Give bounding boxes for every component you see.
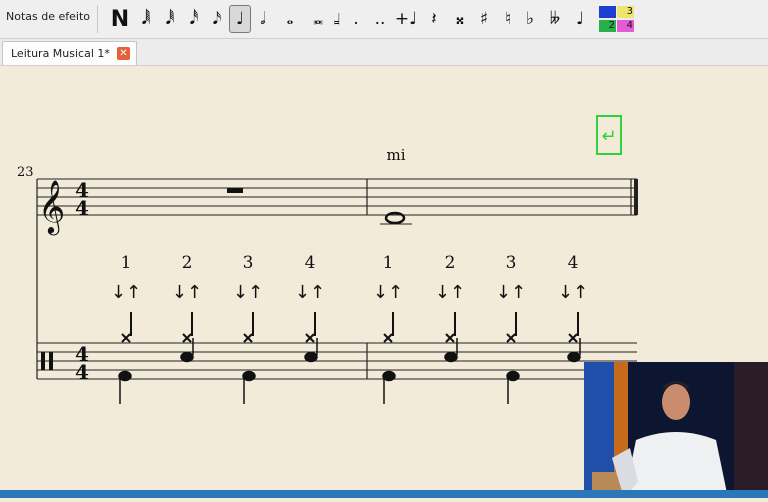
hihat-notes[interactable] xyxy=(121,312,579,343)
presenter-video xyxy=(584,362,768,498)
webcam-overlay xyxy=(584,362,768,498)
strum-arrows: ↓↑ xyxy=(295,282,325,303)
beat-count: 1 xyxy=(121,253,132,273)
strum-arrows: ↓↑ xyxy=(558,282,588,303)
percussion-clef-icon xyxy=(49,352,53,370)
tab-score[interactable]: Leitura Musical 1* ✕ xyxy=(2,41,137,65)
beat-count: 2 xyxy=(182,253,193,273)
double-sharp-button[interactable]: 𝄪 xyxy=(450,5,470,33)
return-icon: ↵ xyxy=(601,126,616,147)
toolbar: Notas de efeito N 𝅘𝅥𝅲 𝅘𝅥𝅱 𝅘𝅥𝅰 𝅘𝅥𝅯 ♩ 𝅗𝅥 𝅝 𝅜 𝆷... +♩… xyxy=(0,0,768,39)
dot-button[interactable]: . xyxy=(346,5,366,33)
beat-count: 2 xyxy=(445,253,456,273)
strum-arrows: ↓↑ xyxy=(496,282,526,303)
duration-quarter-button[interactable]: ♩ xyxy=(229,5,251,33)
final-barline-thick xyxy=(634,179,638,215)
duration-16th-button[interactable]: 𝅘𝅥𝅯 xyxy=(207,5,227,33)
treble-clef-icon: 𝄞 xyxy=(38,179,65,235)
duration-breve-button[interactable]: 𝅜 xyxy=(308,5,328,33)
note-input-toggle-button[interactable]: N xyxy=(107,5,133,33)
duration-64th-button[interactable]: 𝅘𝅥𝅱 xyxy=(159,5,181,33)
natural-button[interactable]: ♮ xyxy=(498,5,518,33)
lyric-text[interactable]: mi xyxy=(386,146,405,164)
duration-whole-button[interactable]: 𝅝 xyxy=(276,5,304,33)
beat-count: 3 xyxy=(243,253,254,273)
time-signature-bottom: 4 xyxy=(75,196,89,220)
double-dot-button[interactable]: .. xyxy=(368,5,392,33)
voice-1-button[interactable] xyxy=(599,6,616,18)
time-signature-bottom: 4 xyxy=(75,360,89,384)
toolbar-label: Notas de efeito xyxy=(6,10,90,23)
double-flat-button[interactable]: 𝄫 xyxy=(544,5,566,33)
whole-rest[interactable] xyxy=(227,188,243,193)
voice-4-button[interactable]: 4 xyxy=(617,20,634,32)
flat-button[interactable]: ♭ xyxy=(520,5,540,33)
duration-half-button[interactable]: 𝅗𝅥 xyxy=(253,5,273,33)
beat-count: 1 xyxy=(383,253,394,273)
close-icon[interactable]: ✕ xyxy=(116,47,130,60)
measure-number: 23 xyxy=(17,165,34,180)
beat-count: 4 xyxy=(305,253,316,273)
toolbar-separator xyxy=(97,5,98,33)
tab-label: Leitura Musical 1* xyxy=(11,47,110,60)
duration-longa-button[interactable]: 𝆷 xyxy=(330,5,344,33)
strum-arrows: ↓↑ xyxy=(373,282,403,303)
flip-direction-button[interactable]: ♩ xyxy=(570,5,590,33)
percussion-clef-icon xyxy=(41,352,45,370)
treble-staff xyxy=(37,178,637,216)
strum-arrows: ↓↑ xyxy=(435,282,465,303)
voice-3-button[interactable]: 3 xyxy=(617,6,634,18)
strum-arrows: ↓↑ xyxy=(233,282,263,303)
duration-32nd-button[interactable]: 𝅘𝅥𝅰 xyxy=(183,5,205,33)
tab-bar: Leitura Musical 1* ✕ xyxy=(0,39,768,66)
duration-128th-button[interactable]: 𝅘𝅥𝅲 xyxy=(135,5,157,33)
strum-arrows: ↓↑ xyxy=(111,282,141,303)
beat-count: 3 xyxy=(506,253,517,273)
voice-2-button[interactable]: 2 xyxy=(599,20,616,32)
tie-button[interactable]: +♩ xyxy=(394,5,418,33)
rest-button[interactable]: 𝄽 xyxy=(422,5,446,33)
sharp-button[interactable]: ♯ xyxy=(474,5,494,33)
strum-arrows: ↓↑ xyxy=(172,282,202,303)
drum-notes[interactable] xyxy=(118,338,581,404)
taskbar xyxy=(0,490,768,498)
beat-count: 4 xyxy=(568,253,579,273)
